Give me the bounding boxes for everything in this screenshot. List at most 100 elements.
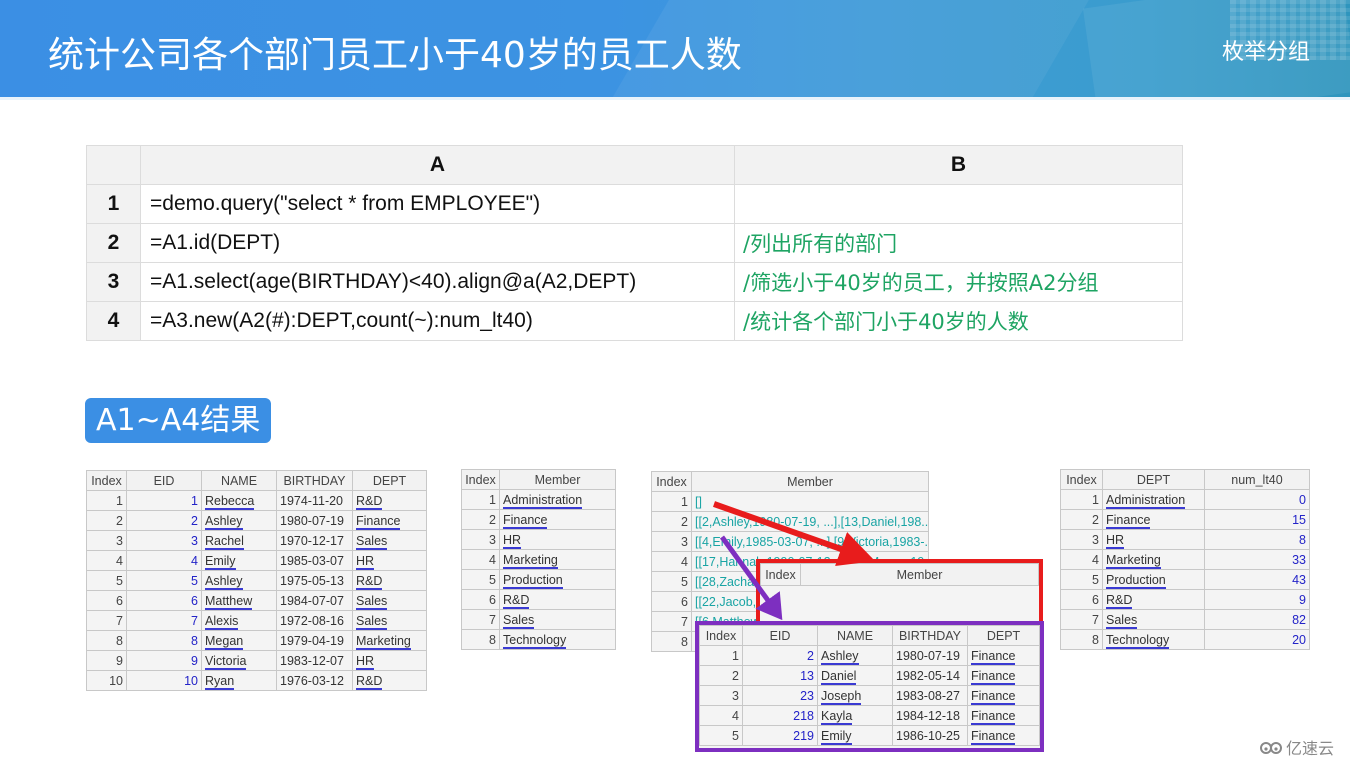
row-index[interactable]: 5 [1060,569,1103,590]
count-cell[interactable]: 82 [1204,609,1310,630]
row-index[interactable]: 5 [461,569,500,590]
dept-cell-link[interactable]: Finance [971,728,1016,745]
birthday-cell[interactable]: 1976-03-12 [276,670,353,691]
dept-cell-link[interactable]: Technology [1106,632,1170,649]
row-index[interactable]: 7 [86,610,127,631]
member-cell[interactable]: HR [499,529,616,550]
column-header-birthday[interactable]: BIRTHDAY [276,470,353,491]
dept-cell-link[interactable]: Sales [1106,612,1138,629]
eid-cell[interactable]: 218 [742,705,818,726]
eid-cell[interactable]: 2 [742,645,818,666]
name-cell-link[interactable]: Joseph [821,688,862,705]
grid-row-number[interactable]: 4 [86,301,141,341]
column-header-dept[interactable]: DEPT [1102,469,1205,490]
dept-cell[interactable]: R&D [352,570,427,591]
dept-cell[interactable]: Finance [967,645,1040,666]
count-cell[interactable]: 0 [1204,489,1310,510]
grid-cell-a4[interactable]: =A3.new(A2(#):DEPT,count(~):num_lt40) [140,301,735,341]
eid-cell[interactable]: 23 [742,685,818,706]
count-cell[interactable]: 9 [1204,589,1310,610]
name-cell[interactable]: Victoria [201,650,277,671]
member-cell[interactable]: Sales [499,609,616,630]
member-cell[interactable]: Marketing [499,549,616,570]
member-cell-link[interactable]: Finance [503,512,548,529]
row-index[interactable]: 6 [651,591,692,612]
dept-cell[interactable]: HR [352,650,427,671]
name-cell[interactable]: Alexis [201,610,277,631]
grid-cell-b2[interactable]: /列出所有的部门 [734,223,1183,263]
eid-cell[interactable]: 13 [742,665,818,686]
row-index[interactable]: 4 [86,550,127,571]
row-index[interactable]: 7 [1060,609,1103,630]
member-cell-link[interactable]: Sales [503,612,535,629]
eid-cell[interactable]: 5 [126,570,202,591]
column-header-index[interactable]: Index [760,563,801,586]
name-cell-link[interactable]: Rebecca [205,493,255,510]
grid-cell-a1[interactable]: =demo.query("select * from EMPLOYEE") [140,184,735,224]
birthday-cell[interactable]: 1979-04-19 [276,630,353,651]
member-cell[interactable]: Administration [499,489,616,510]
dept-cell[interactable]: Sales [352,590,427,611]
row-index[interactable]: 2 [1060,509,1103,530]
dept-cell-link[interactable]: Sales [356,613,388,630]
birthday-cell[interactable]: 1970-12-17 [276,530,353,551]
dept-cell[interactable]: R&D [352,490,427,511]
grid-column-header-a[interactable]: A [140,145,735,185]
name-cell-link[interactable]: Megan [205,633,244,650]
row-index[interactable]: 4 [699,705,743,726]
birthday-cell[interactable]: 1986-10-25 [892,725,968,746]
grid-cell-a2[interactable]: =A1.id(DEPT) [140,223,735,263]
dept-cell[interactable]: Finance [967,705,1040,726]
dept-cell-link[interactable]: HR [356,553,375,570]
dept-cell-link[interactable]: Finance [971,668,1016,685]
birthday-cell[interactable]: 1980-07-19 [276,510,353,531]
dept-cell[interactable]: Finance [967,685,1040,706]
birthday-cell[interactable]: 1980-07-19 [892,645,968,666]
row-index[interactable]: 2 [86,510,127,531]
grid-corner-cell[interactable] [86,145,141,185]
dept-cell-link[interactable]: Finance [971,708,1016,725]
column-header-member[interactable]: Member [499,469,616,490]
eid-cell[interactable]: 10 [126,670,202,691]
row-index[interactable]: 6 [86,590,127,611]
name-cell-link[interactable]: Kayla [821,708,853,725]
row-index[interactable]: 7 [461,609,500,630]
eid-cell[interactable]: 2 [126,510,202,531]
column-header-dept[interactable]: DEPT [967,625,1040,646]
row-index[interactable]: 3 [86,530,127,551]
dept-cell-link[interactable]: Finance [971,648,1016,665]
grid-row-number[interactable]: 1 [86,184,141,224]
name-cell-link[interactable]: Ashley [205,513,243,530]
column-header-member[interactable]: Member [800,563,1039,586]
dept-cell-link[interactable]: Marketing [1106,552,1161,569]
column-header-dept[interactable]: DEPT [352,470,427,491]
dept-cell[interactable]: Sales [352,530,427,551]
name-cell[interactable]: Joseph [817,685,893,706]
eid-cell[interactable]: 7 [126,610,202,631]
grid-row-number[interactable]: 2 [86,223,141,263]
grid-cell-b4[interactable]: /统计各个部门小于40岁的人数 [734,301,1183,341]
birthday-cell[interactable]: 1972-08-16 [276,610,353,631]
row-index[interactable]: 8 [1060,629,1103,650]
dept-cell-link[interactable]: R&D [1106,592,1133,609]
grid-cell-b1[interactable] [734,184,1183,224]
member-cell-link[interactable]: Administration [503,492,583,509]
column-header-index[interactable]: Index [1060,469,1103,490]
birthday-cell[interactable]: 1975-05-13 [276,570,353,591]
row-index[interactable]: 4 [1060,549,1103,570]
birthday-cell[interactable]: 1985-03-07 [276,550,353,571]
name-cell-link[interactable]: Ashley [821,648,859,665]
member-cell-link[interactable]: HR [503,532,522,549]
dept-cell[interactable]: Production [1102,569,1205,590]
name-cell-link[interactable]: Emily [821,728,852,745]
row-index[interactable]: 4 [461,549,500,570]
column-header-index[interactable]: Index [86,470,127,491]
dept-cell-link[interactable]: Marketing [356,633,411,650]
dept-cell[interactable]: Finance [967,725,1040,746]
dept-cell[interactable]: Marketing [1102,549,1205,570]
name-cell[interactable]: Emily [201,550,277,571]
dept-cell-link[interactable]: R&D [356,493,383,510]
row-index[interactable]: 5 [699,725,743,746]
column-header-eid[interactable]: EID [742,625,818,646]
member-cell-link[interactable]: Technology [503,632,567,649]
